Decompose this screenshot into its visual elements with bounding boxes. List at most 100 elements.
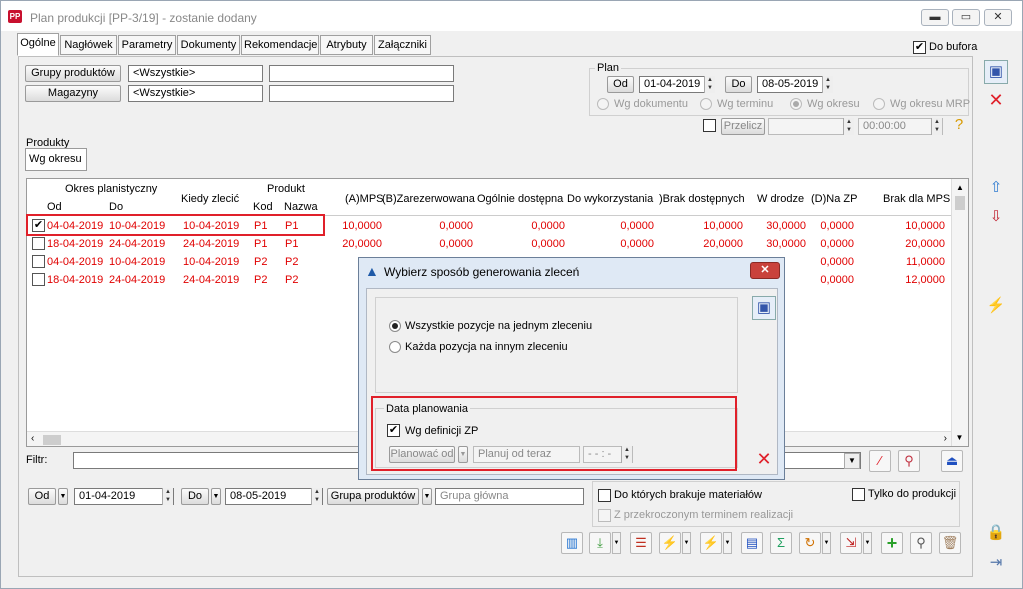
header-do[interactable]: Do [109, 201, 123, 213]
search-icon[interactable]: ⚲ [910, 532, 932, 554]
przelicz-date-field[interactable] [768, 118, 854, 135]
radio-wg-dokumentu[interactable] [597, 98, 609, 110]
bottom-do-button[interactable]: Do [181, 488, 209, 505]
header-dostepna[interactable]: Ogólnie dostępna [477, 193, 563, 205]
header-kod[interactable]: Kod [253, 201, 273, 213]
lightning-orange-icon[interactable]: ⚡ [659, 532, 681, 554]
plan-od-spinner[interactable]: ▲ ▼ [704, 76, 715, 93]
row-checkbox[interactable] [32, 237, 45, 250]
tab-dokumenty[interactable]: Dokumenty [177, 35, 240, 55]
bottom-od-button[interactable]: Od [28, 488, 56, 505]
dialog-cancel-icon[interactable]: ✕ [752, 448, 776, 472]
trash-icon[interactable]: 🗑 [939, 532, 961, 554]
eject-filter-icon[interactable]: ⏏ [941, 450, 963, 472]
radio-wg-okresu-mrp[interactable] [873, 98, 885, 110]
minimize-button[interactable]: ▬ [921, 9, 949, 26]
magazyny-value[interactable]: <Wszystkie> [128, 85, 263, 102]
radio-wg-terminu-label: Wg terminu [717, 98, 774, 110]
przelicz-date-spinner[interactable]: ▲ ▼ [843, 118, 854, 135]
grupy-value[interactable]: <Wszystkie> [128, 65, 263, 82]
download-doc-icon[interactable]: ⇩ [984, 206, 1008, 230]
save-icon[interactable]: ▣ [984, 60, 1008, 84]
magazyny-extra-field[interactable] [269, 85, 454, 102]
upload-doc-icon[interactable]: ⇧ [984, 177, 1008, 201]
list-icon[interactable]: ☰ [630, 532, 652, 554]
przelicz-button[interactable]: Przelicz [721, 118, 765, 135]
header-w-drodze[interactable]: W drodze [757, 193, 804, 205]
bottom-od-date[interactable]: 01-04-2019 [74, 488, 174, 505]
tab-parametry[interactable]: Parametry [118, 35, 176, 55]
row-checkbox[interactable] [32, 255, 45, 268]
header-od[interactable]: Od [47, 201, 62, 213]
radio-wg-terminu[interactable] [700, 98, 712, 110]
table-row[interactable]: 18-04-2019 24-04-2019 24-04-2019 P1 P1 20,000… [27, 235, 952, 253]
dialog-save-icon[interactable]: ▣ [752, 296, 776, 320]
tab-atrybuty[interactable]: Atrybuty [320, 35, 373, 55]
import-table-icon[interactable]: ⤓ [589, 532, 611, 554]
dialog-logo-icon: ▲ [365, 263, 379, 279]
add-icon[interactable]: + [881, 532, 903, 554]
tab-rekomendacje[interactable]: Rekomendacje [241, 35, 319, 55]
header-mps[interactable]: (A)MPS [345, 193, 384, 205]
plan-od-button[interactable]: Od [607, 76, 634, 93]
grupy-extra-field[interactable] [269, 65, 454, 82]
sum-icon[interactable]: Σ [770, 532, 792, 554]
header-zarezerwowana[interactable]: (B)Zarezerwowana [382, 193, 475, 205]
header-brak-mps[interactable]: Brak dla MPS [883, 193, 950, 205]
lightning-green-dropdown[interactable]: ▼ [723, 532, 732, 554]
refresh-icon[interactable]: ↻ [799, 532, 821, 554]
header-brak-dostepnych[interactable]: )Brak dostępnych [659, 193, 745, 205]
bottom-do-spinner[interactable]: ▲ ▼ [311, 488, 322, 505]
header-kiedy[interactable]: Kiedy zlecić [181, 193, 239, 205]
export-dropdown[interactable]: ▼ [863, 532, 872, 554]
grupa-glowna-field[interactable]: Grupa główna [435, 488, 584, 505]
import-dropdown[interactable]: ▼ [612, 532, 621, 554]
close-button[interactable]: ✕ [984, 9, 1012, 26]
tab-naglowek[interactable]: Nagłówek [60, 35, 117, 55]
filtr-dropdown[interactable]: ▼ [844, 453, 860, 469]
do-bufora-checkbox[interactable]: ✔ [913, 41, 926, 54]
tab-wg-okresu[interactable]: Wg okresu [25, 148, 87, 171]
grupy-produktow-button[interactable]: Grupy produktów [25, 65, 121, 82]
radio-wg-okresu[interactable] [790, 98, 802, 110]
clear-filter-icon[interactable]: ⁄ [869, 450, 891, 472]
vertical-scrollbar[interactable]: ▲ ▼ [951, 179, 968, 446]
header-na-zp[interactable]: (D)Na ZP [811, 193, 857, 205]
przelicz-time-spinner[interactable]: ▲ ▼ [931, 118, 942, 135]
document-link-icon[interactable]: ▤ [741, 532, 763, 554]
plan-do-spinner[interactable]: ▲ ▼ [822, 76, 833, 93]
tab-zalaczniki[interactable]: Załączniki [374, 35, 431, 55]
przelicz-checkbox[interactable] [703, 119, 716, 132]
magazyny-button[interactable]: Magazyny [25, 85, 121, 102]
maximize-button[interactable]: ▭ [952, 9, 980, 26]
help-wand-icon[interactable]: ? [947, 114, 971, 138]
brakuje-checkbox[interactable] [598, 489, 611, 502]
tab-ogolne[interactable]: Ogólne [17, 33, 59, 56]
lock-icon[interactable]: 🔒 [984, 522, 1008, 546]
pin-icon[interactable]: ⇥ [984, 552, 1008, 576]
grupa-dropdown[interactable]: ▼ [422, 488, 432, 505]
header-do-wykorzystania[interactable]: Do wykorzystania [567, 193, 653, 205]
refresh-dropdown[interactable]: ▼ [822, 532, 831, 554]
bottom-od-spinner[interactable]: ▲ ▼ [162, 488, 173, 505]
cancel-icon[interactable]: ✕ [984, 89, 1008, 113]
tylko-checkbox[interactable] [852, 488, 865, 501]
radio-all-one-order[interactable] [389, 320, 401, 332]
grupa-produktow-button[interactable]: Grupa produktów [327, 488, 419, 505]
chart-icon[interactable]: ▥ [561, 532, 583, 554]
bottom-do-date[interactable]: 08-05-2019 [225, 488, 323, 505]
cell-kod: P1 [254, 238, 268, 250]
lightning-green-icon[interactable]: ⚡ [700, 532, 722, 554]
radio-each-own-order[interactable] [389, 341, 401, 353]
lightning-orange-dropdown[interactable]: ▼ [682, 532, 691, 554]
dialog-close-button[interactable]: ✕ [750, 262, 780, 279]
generate-lightning-icon[interactable]: ⚡ [984, 295, 1008, 319]
bottom-do-dropdown[interactable]: ▼ [211, 488, 221, 505]
header-nazwa[interactable]: Nazwa [284, 201, 318, 213]
bottom-od-dropdown[interactable]: ▼ [58, 488, 68, 505]
filter-builder-icon[interactable]: ⚲ [898, 450, 920, 472]
row-checkbox[interactable] [32, 273, 45, 286]
export-icon[interactable]: ⇲ [840, 532, 862, 554]
plan-do-button[interactable]: Do [725, 76, 752, 93]
przekroczonym-checkbox[interactable] [598, 509, 611, 522]
